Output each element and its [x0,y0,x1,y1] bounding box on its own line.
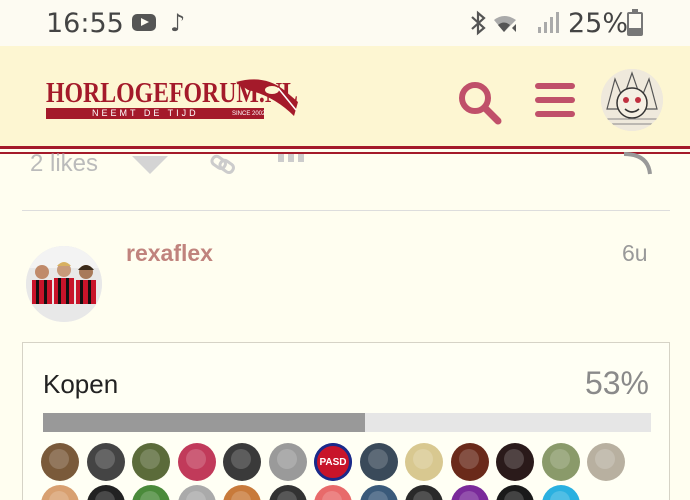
voter-avatar[interactable] [587,443,625,481]
voter-avatar[interactable] [223,443,261,481]
voter-avatar-shade [186,449,206,469]
voter-avatar-shade [186,491,206,500]
voter-avatar[interactable] [87,443,125,481]
voter-avatar[interactable] [178,443,216,481]
youtube-icon [132,14,156,31]
voter-avatar-shade [368,491,388,500]
more-icon[interactable] [276,150,306,164]
voter-avatar[interactable] [223,485,261,500]
voter-avatar[interactable] [496,443,534,481]
voter-avatar-shade [459,491,479,500]
voter-avatar-shade [95,449,115,469]
header-divider-thin [0,152,690,154]
voter-avatar-shade [277,491,297,500]
voter-avatar[interactable]: PASD [314,443,352,481]
voter-avatar-shade [504,491,524,500]
signal-icon [538,12,559,33]
poll-option-percent: 53% [584,365,649,401]
poll-option-label: Kopen [43,369,119,399]
voter-avatar-shade [49,449,69,469]
wifi-icon [494,16,516,32]
voter-avatar-shade [504,449,524,469]
voter-avatar-shade [140,449,160,469]
voter-avatar[interactable] [269,485,307,500]
voter-avatar[interactable] [405,443,443,481]
poll: Kopen 53% PASD [22,342,670,500]
user-avatar[interactable] [601,69,663,131]
battery-icon [627,9,643,36]
voter-avatar-shade [140,491,160,500]
header-divider [0,146,690,149]
avatar-image [26,246,102,322]
voter-avatar[interactable] [451,485,489,500]
voter-avatar[interactable] [314,485,352,500]
voter-avatar-shade [95,491,115,500]
voter-avatar-shade [231,449,251,469]
bluetooth-icon [471,10,486,36]
poll-bar-fill [43,413,366,432]
voter-avatar-shade [413,449,433,469]
logo-watch-swoosh-icon [236,79,298,116]
likes-count[interactable]: 2 likes [30,150,98,178]
logo-tagline: NEEMT DE TIJD [92,108,199,118]
voter-avatar[interactable] [451,443,489,481]
voter-avatar-label: PASD [314,443,352,481]
search-icon[interactable] [455,78,503,126]
voter-avatar-shade [595,449,615,469]
music-note-icon: ♪ [170,9,186,37]
voter-avatar-shade [413,491,433,500]
status-bar: 16:55 ♪ 25% [0,0,690,46]
heart-icon[interactable] [130,150,170,176]
voter-avatar[interactable] [132,443,170,481]
voter-avatar[interactable] [405,485,443,500]
voter-avatar-shade [550,491,570,500]
voter-avatar[interactable] [132,485,170,500]
voter-avatar[interactable] [178,485,216,500]
voter-avatar[interactable] [41,485,79,500]
post-username[interactable]: rexaflex [126,240,213,267]
connectivity-icons [471,10,559,36]
reply-icon[interactable] [614,150,654,176]
post-author-avatar[interactable] [26,246,102,322]
voter-avatar-shade [459,449,479,469]
voter-avatar-shade [550,449,570,469]
hamburger-menu-icon[interactable] [533,80,577,120]
voter-avatar[interactable] [269,443,307,481]
link-icon[interactable] [206,150,240,176]
site-logo[interactable]: HORLOGEFORUM.NL NEEMT DE TIJD SINCE 2002 [46,79,342,119]
voter-avatar-shade [322,491,342,500]
voter-avatar[interactable] [41,443,79,481]
clock: 16:55 [46,8,124,39]
voter-avatar-shade [368,449,388,469]
post-divider [22,210,670,211]
voter-avatar-shade [49,491,69,500]
voter-avatar-shade [231,491,251,500]
battery-percent: 25% [568,8,629,39]
voter-avatar[interactable] [360,443,398,481]
avatar-image [601,69,663,131]
voter-avatar[interactable] [542,485,580,500]
voter-avatar[interactable] [87,485,125,500]
poll-bar [43,413,651,432]
post-timestamp[interactable]: 6u [622,240,648,267]
voter-avatar-shade [277,449,297,469]
voter-avatar[interactable] [360,485,398,500]
voter-avatar[interactable] [542,443,580,481]
voter-avatar[interactable] [496,485,534,500]
